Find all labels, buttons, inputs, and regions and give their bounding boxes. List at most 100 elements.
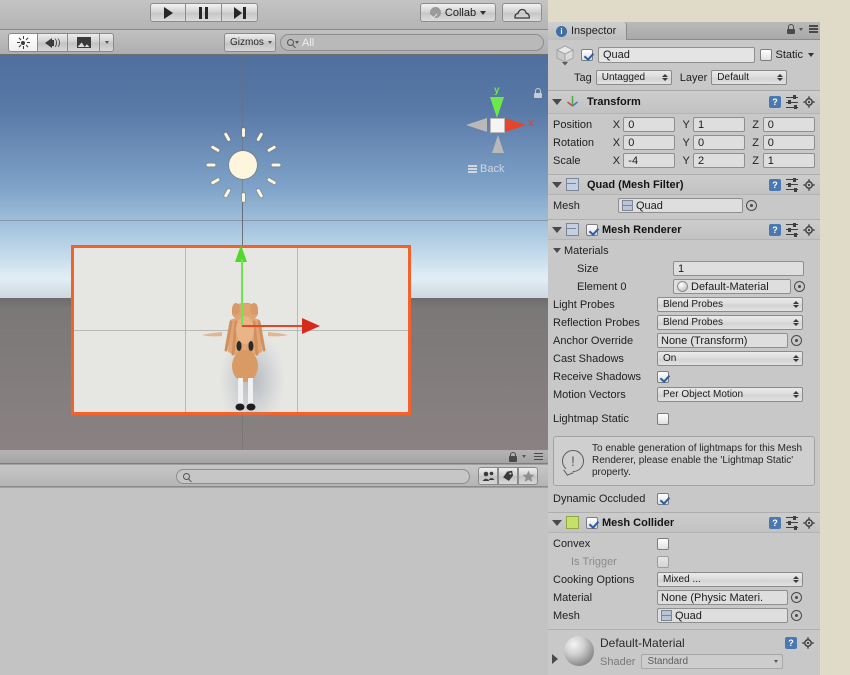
object-picker-icon[interactable] <box>791 610 802 621</box>
hamburger-menu-icon[interactable] <box>534 452 543 461</box>
help-icon[interactable]: ? <box>769 223 781 236</box>
character-model[interactable] <box>200 300 290 420</box>
tab-inspector[interactable]: i Inspector <box>548 22 628 40</box>
gear-icon[interactable] <box>802 637 814 649</box>
cast-shadows-dropdown[interactable]: On <box>657 351 803 366</box>
component-header[interactable]: Transform ? <box>548 91 820 114</box>
step-button[interactable] <box>222 3 258 22</box>
effects-dropdown-button[interactable] <box>100 33 114 52</box>
transform-scale-row: Scale X -4 Y 2 Z 1 <box>553 152 815 169</box>
cooking-options-dropdown[interactable]: Mixed ... <box>657 572 803 587</box>
motion-vectors-dropdown[interactable]: Per Object Motion <box>657 387 803 402</box>
gizmo-axis-y-negative[interactable] <box>492 135 504 153</box>
object-picker-icon[interactable] <box>791 335 802 346</box>
chevron-down-icon[interactable] <box>522 455 526 458</box>
convex-checkbox[interactable] <box>657 537 669 550</box>
pause-button[interactable] <box>186 3 222 22</box>
foldout-arrow-icon[interactable] <box>552 519 562 526</box>
scale-y-input[interactable]: 2 <box>693 153 746 168</box>
preset-icon[interactable] <box>786 515 798 530</box>
receive-shadows-checkbox[interactable] <box>657 370 669 383</box>
lock-icon[interactable] <box>787 24 795 34</box>
help-icon[interactable]: ? <box>769 178 781 191</box>
cloud-services-button[interactable] <box>502 3 542 22</box>
preset-icon[interactable] <box>786 95 798 109</box>
preset-icon[interactable] <box>786 222 798 237</box>
preset-icon[interactable] <box>786 177 798 192</box>
chevron-down-icon[interactable] <box>808 53 814 57</box>
position-x-input[interactable]: 0 <box>623 117 676 132</box>
mesh-renderer-enabled-checkbox[interactable] <box>586 223 598 236</box>
dynamic-occluded-checkbox[interactable] <box>657 492 669 505</box>
toggle-lighting-button[interactable] <box>8 33 38 52</box>
anchor-override-field[interactable]: None (Transform) <box>657 333 788 348</box>
project-panel-content[interactable] <box>0 488 548 675</box>
gizmo-view-label-row[interactable]: Back <box>468 163 504 175</box>
rotation-y-input[interactable]: 0 <box>693 135 746 150</box>
scene-search-input[interactable]: All <box>280 34 544 51</box>
gear-icon[interactable] <box>803 516 815 529</box>
help-icon[interactable]: ? <box>769 96 781 108</box>
object-picker-icon[interactable] <box>746 200 757 211</box>
component-header[interactable]: Mesh Collider ? <box>548 513 820 533</box>
layer-dropdown[interactable]: Default <box>711 70 788 85</box>
shader-dropdown[interactable]: Standard <box>641 654 784 669</box>
component-header[interactable]: Mesh Renderer ? <box>548 220 820 240</box>
foldout-arrow-icon[interactable] <box>552 99 562 105</box>
help-icon[interactable]: ? <box>785 637 797 649</box>
lock-icon[interactable] <box>509 451 517 462</box>
element0-object-field[interactable]: Default-Material <box>673 279 791 294</box>
mesh-object-field[interactable]: Quad <box>618 198 743 213</box>
scale-x-input[interactable]: -4 <box>623 153 676 168</box>
reflection-probes-dropdown[interactable]: Blend Probes <box>657 315 803 330</box>
gizmo-center-cube[interactable] <box>490 118 505 133</box>
position-y-input[interactable]: 1 <box>693 117 746 132</box>
object-picker-icon[interactable] <box>794 281 805 292</box>
collider-material-field[interactable]: None (Physic Materi. <box>657 590 788 605</box>
directional-light-gizmo[interactable] <box>205 127 281 203</box>
gear-icon[interactable] <box>803 96 815 108</box>
inspector-scroll-gutter[interactable] <box>820 40 850 675</box>
object-picker-icon[interactable] <box>791 592 802 603</box>
axis-x-handle[interactable] <box>302 318 320 334</box>
foldout-arrow-icon[interactable] <box>552 226 562 233</box>
gear-icon[interactable] <box>803 223 815 236</box>
filter-by-type-button[interactable] <box>478 467 498 485</box>
rotation-x-input[interactable]: 0 <box>623 135 676 150</box>
materials-size-input[interactable]: 1 <box>673 261 804 276</box>
collab-button[interactable]: Collab <box>420 3 496 22</box>
scene-orientation-gizmo[interactable]: y x Back <box>454 85 542 185</box>
gizmo-axis-x[interactable] <box>505 118 526 132</box>
static-checkbox[interactable] <box>760 49 773 61</box>
materials-foldout-row[interactable]: Materials <box>553 242 815 259</box>
toggle-effects-button[interactable] <box>68 33 100 52</box>
filter-by-label-button[interactable] <box>498 467 518 485</box>
scale-z-input[interactable]: 1 <box>762 153 815 168</box>
foldout-arrow-icon[interactable] <box>553 248 561 253</box>
scene-viewport[interactable]: y x Back <box>0 55 548 450</box>
light-probes-dropdown[interactable]: Blend Probes <box>657 297 803 312</box>
gizmos-dropdown[interactable]: Gizmos <box>224 33 276 52</box>
collider-mesh-field[interactable]: Quad <box>657 608 788 623</box>
rotation-z-input[interactable]: 0 <box>762 135 815 150</box>
play-button[interactable] <box>150 3 186 22</box>
gameobject-name-input[interactable]: Quad <box>598 47 756 63</box>
foldout-arrow-icon[interactable] <box>552 654 558 664</box>
help-icon[interactable]: ? <box>769 516 781 529</box>
component-header[interactable]: Quad (Mesh Filter) ? <box>548 175 820 195</box>
lightmap-static-checkbox[interactable] <box>657 412 669 425</box>
tag-dropdown[interactable]: Untagged <box>595 70 672 85</box>
mesh-collider-enabled-checkbox[interactable] <box>586 516 598 529</box>
gizmo-axis-y[interactable] <box>490 97 504 118</box>
filter-by-favorite-button[interactable] <box>518 467 538 485</box>
gameobject-enabled-checkbox[interactable] <box>581 49 593 61</box>
gear-icon[interactable] <box>803 178 815 191</box>
chevron-down-icon[interactable] <box>799 27 803 31</box>
position-z-input[interactable]: 0 <box>762 117 815 132</box>
hamburger-menu-icon[interactable] <box>809 25 818 33</box>
project-search-input[interactable] <box>176 469 470 484</box>
toggle-audio-button[interactable]: )) <box>38 33 68 52</box>
static-toggle-group[interactable]: Static <box>760 49 814 61</box>
gizmo-axis-x-negative[interactable] <box>466 118 487 132</box>
foldout-arrow-icon[interactable] <box>552 181 562 188</box>
